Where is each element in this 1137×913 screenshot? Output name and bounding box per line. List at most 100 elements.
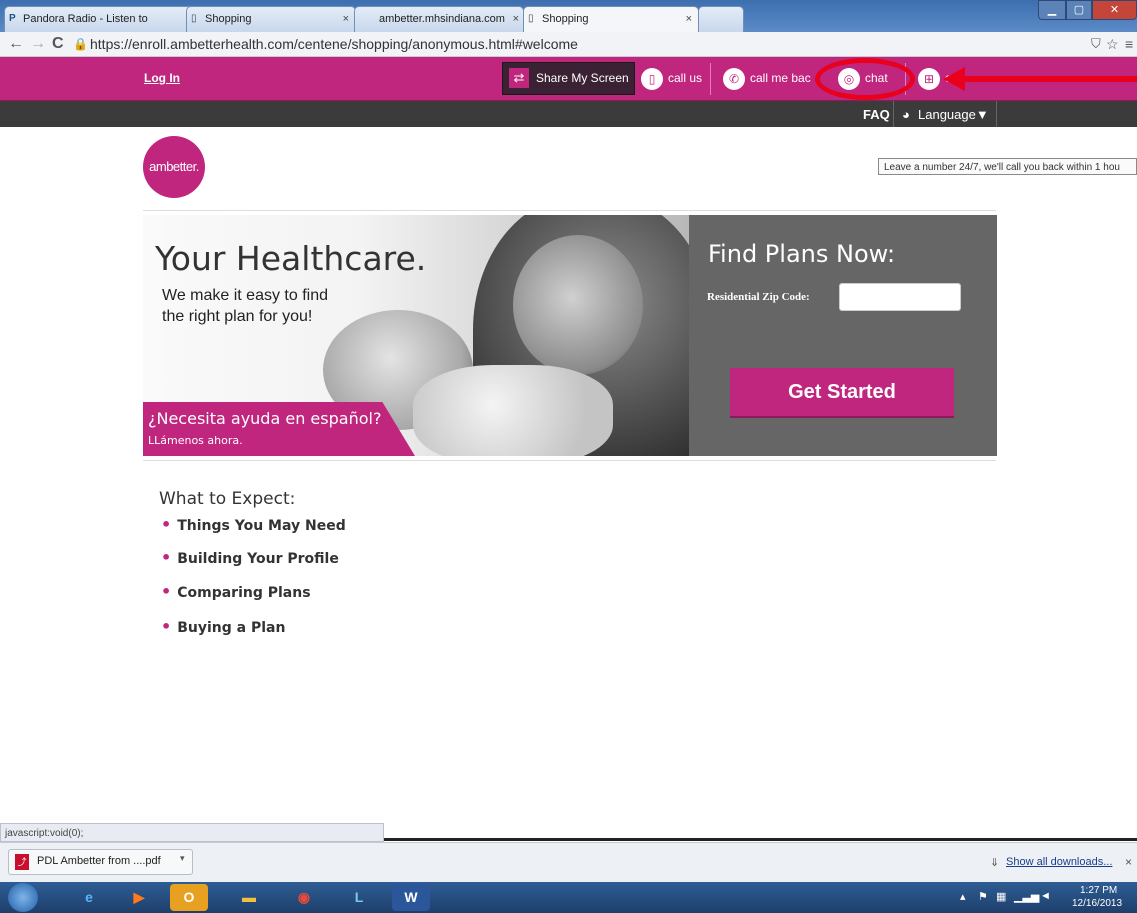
annotation-circle: [815, 58, 915, 100]
father-face: [513, 235, 643, 375]
browser-tab-strip: P Pandora Radio - Listen to ▯ Shopping ×…: [0, 0, 1137, 33]
pandora-icon: P: [9, 13, 16, 24]
hero-title: Your Healthcare.: [155, 239, 427, 278]
page-icon: ▯: [191, 13, 197, 24]
new-tab-button[interactable]: [698, 6, 744, 32]
file-explorer-icon[interactable]: ▬: [230, 884, 268, 911]
page-icon: ▯: [528, 13, 534, 24]
call-us-button[interactable]: ▯ call us: [641, 57, 702, 100]
word-icon[interactable]: W: [392, 884, 430, 911]
expect-item-comparing-plans[interactable]: • Comparing Plans: [161, 582, 311, 601]
share-screen-button[interactable]: ⇄ Share My Screen: [502, 62, 635, 95]
reload-icon[interactable]: C: [52, 34, 64, 54]
tab-label: Shopping: [542, 13, 589, 25]
spanish-help-sub: LLámenos ahora.: [148, 434, 243, 447]
find-plans-title: Find Plans Now:: [708, 240, 896, 268]
download-item[interactable]: ⤴ PDL Ambetter from ....pdf ▾: [8, 849, 193, 875]
header-rule: [143, 210, 996, 211]
tab-shopping-1[interactable]: ▯ Shopping ×: [186, 6, 356, 32]
header-divider: [710, 63, 711, 95]
language-selector[interactable]: Language▼: [918, 107, 989, 122]
minimize-icon[interactable]: ▁: [1038, 0, 1066, 20]
clock-time[interactable]: 1:27 PM: [1080, 885, 1117, 896]
hero-subtitle-line1: We make it easy to find: [162, 287, 328, 304]
hero-rule: [143, 460, 996, 461]
tab-pandora[interactable]: P Pandora Radio - Listen to: [4, 6, 194, 32]
zip-code-input[interactable]: [839, 283, 961, 311]
chrome-icon[interactable]: ◉: [285, 884, 323, 911]
close-icon[interactable]: ×: [513, 7, 519, 31]
subnav-divider: [996, 101, 997, 127]
cart-icon: ⊞: [918, 67, 940, 90]
window-close-icon[interactable]: ✕: [1092, 0, 1137, 20]
lock-icon: 🔒: [73, 37, 88, 51]
volume-icon[interactable]: ◄: [1040, 890, 1051, 902]
outlook-icon[interactable]: O: [170, 884, 208, 911]
download-file-name: PDL Ambetter from ....pdf: [37, 855, 161, 867]
lync-icon[interactable]: L: [340, 884, 378, 911]
hero-banner: Your Healthcare. We make it easy to find…: [143, 215, 689, 456]
baby-body: [413, 365, 613, 456]
browser-status-bar: javascript:void(0);: [0, 823, 384, 842]
spanish-help-title: ¿Necesita ayuda en español?: [148, 409, 382, 428]
tab-shopping-active[interactable]: ▯ Shopping ×: [523, 6, 699, 33]
chevron-down-icon[interactable]: ▾: [180, 853, 185, 864]
expect-item-label: Things You May Need: [177, 518, 346, 534]
url-field[interactable]: https://enroll.ambetterhealth.com/centen…: [90, 35, 1090, 53]
expect-item-building-your-profile[interactable]: • Building Your Profile: [161, 548, 339, 567]
back-icon[interactable]: ←: [8, 34, 24, 54]
show-all-downloads-link[interactable]: Show all downloads...: [1006, 856, 1112, 868]
tab-ambetter-mhsindiana[interactable]: ambetter.mhsindiana.com ×: [354, 6, 524, 32]
share-screen-icon: ⇄: [509, 68, 529, 88]
expect-item-label: Comparing Plans: [177, 585, 311, 601]
pdf-icon: ⤴: [15, 854, 29, 870]
phone-icon: ▯: [641, 67, 663, 90]
tab-label: ambetter.mhsindiana.com: [379, 13, 505, 25]
start-button-icon[interactable]: [8, 883, 38, 912]
call-back-tooltip: Leave a number 24/7, we'll call you back…: [878, 158, 1137, 175]
browser-toolbar: ← → C 🔒 https://enroll.ambetterhealth.co…: [0, 32, 1137, 57]
download-arrow-icon: ⇓: [990, 857, 1000, 869]
media-player-icon[interactable]: ▶: [120, 884, 158, 911]
downloads-bar: ⤴ PDL Ambetter from ....pdf ▾ ⇓ Show all…: [0, 842, 1137, 883]
star-icon[interactable]: ☆: [1106, 34, 1119, 54]
tab-label: Shopping: [205, 13, 252, 25]
tray-arrow-icon[interactable]: ▴: [960, 890, 966, 903]
close-icon[interactable]: ×: [686, 7, 692, 31]
globe-icon: ◕: [902, 107, 910, 122]
expect-item-label: Buying a Plan: [177, 620, 286, 636]
faq-link[interactable]: FAQ: [863, 107, 890, 122]
bullet-icon: •: [161, 582, 172, 601]
shield-icon[interactable]: ⛉: [1091, 34, 1101, 54]
share-screen-label: Share My Screen: [536, 71, 629, 85]
clock-date[interactable]: 12/16/2013: [1072, 898, 1122, 909]
forward-icon[interactable]: →: [30, 34, 46, 54]
internet-explorer-icon[interactable]: e: [70, 884, 108, 911]
call-us-label: call us: [668, 71, 703, 85]
zip-code-label: Residential Zip Code:: [707, 291, 810, 303]
bullet-icon: •: [161, 617, 172, 636]
network-icon[interactable]: ▦: [996, 890, 1006, 903]
close-icon[interactable]: ×: [343, 7, 349, 31]
expect-item-buying-a-plan[interactable]: • Buying a Plan: [161, 617, 285, 636]
spanish-help-banner[interactable]: ¿Necesita ayuda en español? LLámenos aho…: [143, 402, 415, 456]
expect-item-things-you-may-need[interactable]: • Things You May Need: [161, 515, 346, 534]
tab-label: Pandora Radio - Listen to: [23, 13, 148, 25]
ambetter-logo[interactable]: ambetter.: [143, 136, 205, 198]
login-link[interactable]: Log In: [144, 71, 180, 85]
bullet-icon: •: [161, 515, 172, 534]
get-started-button[interactable]: Get Started: [730, 368, 954, 418]
call-me-back-label: call me bac: [750, 71, 811, 85]
find-plans-panel: Find Plans Now: Residential Zip Code: Ge…: [689, 215, 997, 456]
subnav-divider: [893, 101, 894, 127]
maximize-icon[interactable]: ▢: [1066, 0, 1092, 20]
signal-icon[interactable]: ▁▃▅: [1014, 890, 1039, 903]
menu-icon[interactable]: ≡: [1125, 34, 1133, 54]
what-to-expect-heading: What to Expect:: [159, 489, 296, 509]
call-me-back-button[interactable]: ✆ call me bac: [723, 57, 811, 100]
bullet-icon: •: [161, 548, 172, 567]
action-center-icon[interactable]: ⚑: [978, 890, 988, 903]
site-subnav: FAQ ◕ Language▼: [0, 101, 1137, 127]
close-downloads-icon[interactable]: ×: [1125, 855, 1132, 869]
annotation-arrow-head: [943, 67, 965, 91]
